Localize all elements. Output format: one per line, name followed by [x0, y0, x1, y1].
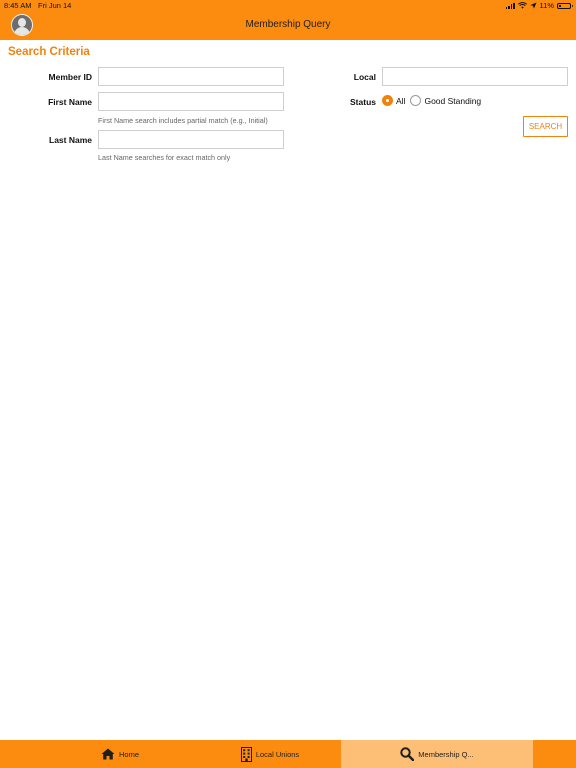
- tab-home[interactable]: Home: [0, 740, 240, 768]
- battery-percent: 11%: [539, 1, 554, 10]
- first-name-label: First Name: [48, 97, 92, 107]
- radio-unchecked-icon: [410, 95, 422, 106]
- tab-home-label: Home: [118, 749, 139, 759]
- app-header: 8:45 AM Fri Jun 14 11% Membership Query: [0, 0, 576, 40]
- status-time: 8:45 AM: [4, 1, 32, 10]
- home-icon: [101, 748, 115, 760]
- tab-membership-query[interactable]: Membership Q...: [341, 740, 533, 768]
- last-name-input[interactable]: [98, 130, 284, 149]
- status-bar: 8:45 AM Fri Jun 14 11%: [0, 0, 576, 11]
- last-name-label: Last Name: [49, 135, 92, 145]
- page-title: Membership Query: [245, 19, 331, 30]
- wifi-icon: [517, 2, 527, 9]
- building-icon: [240, 746, 252, 762]
- last-name-hint: Last Name searches for exact match only: [98, 153, 231, 162]
- radio-checked-icon: [382, 95, 393, 106]
- tab-local-unions-label: Local Unions: [255, 749, 300, 759]
- search-button[interactable]: SEARCH: [523, 116, 568, 137]
- tab-local-unions[interactable]: Local Unions: [205, 740, 335, 768]
- tab-membership-query-label: Membership Q...: [418, 749, 474, 759]
- status-radio-good-standing[interactable]: Good Standing: [410, 95, 481, 106]
- first-name-input[interactable]: [98, 92, 284, 111]
- member-id-input[interactable]: [98, 67, 284, 86]
- status-radio-group: All Good Standing: [382, 95, 486, 106]
- member-id-label: Member ID: [48, 72, 92, 82]
- local-input[interactable]: [382, 67, 568, 86]
- section-title: Search Criteria: [8, 46, 90, 58]
- battery-icon: [557, 2, 573, 9]
- cellular-signal-icon: [505, 2, 515, 9]
- search-icon: [400, 747, 415, 761]
- status-label: Status: [350, 97, 376, 107]
- local-label: Local: [353, 72, 376, 82]
- tab-bar: Home Local Unions Membership Q...: [0, 740, 576, 768]
- location-arrow-icon: [529, 2, 537, 9]
- status-radio-all[interactable]: All: [382, 95, 405, 106]
- status-option-good-standing-label: Good Standing: [424, 95, 482, 106]
- status-date: Fri Jun 14: [38, 1, 72, 10]
- status-option-all-label: All: [396, 95, 406, 106]
- status-indicators: 11%: [505, 1, 573, 10]
- first-name-hint: First Name search includes partial match…: [98, 116, 268, 125]
